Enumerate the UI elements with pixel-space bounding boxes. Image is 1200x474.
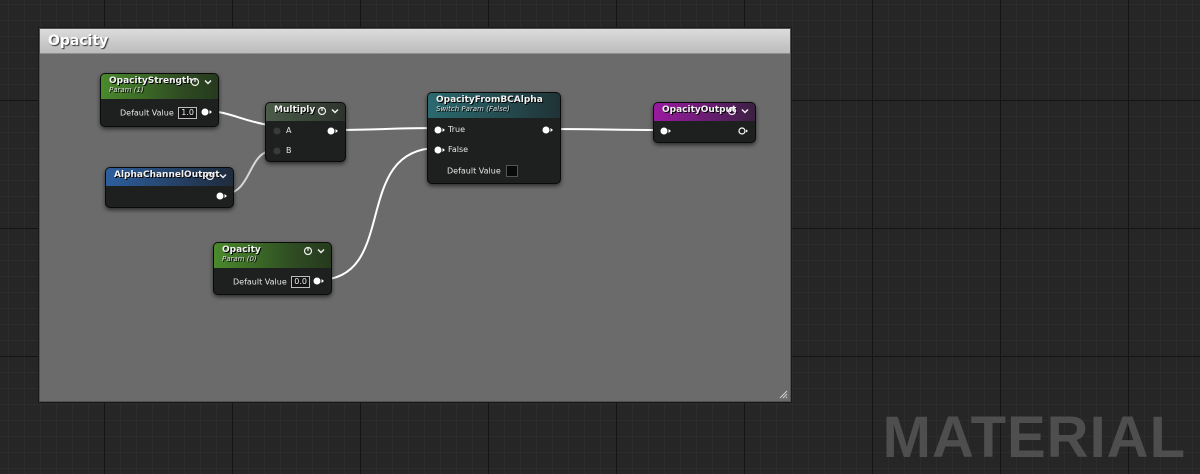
node-subtitle: Switch Param (False) xyxy=(436,105,510,113)
default-value-row: Default Value 1.0 xyxy=(120,107,198,119)
chevron-down-icon[interactable] xyxy=(740,106,750,116)
preview-toggle-icon[interactable] xyxy=(303,246,313,256)
output-pin-icon[interactable] xyxy=(216,192,228,200)
pin-false-label: False xyxy=(448,145,469,154)
watermark-text: MATERIAL xyxy=(882,405,1186,470)
wire-opacity-to-false[interactable] xyxy=(317,147,439,281)
input-pin-a-icon[interactable] xyxy=(271,127,283,135)
default-value-row: Default Value xyxy=(447,165,519,177)
default-value-row: Default Value 0.0 xyxy=(233,276,311,288)
node-title: Multiply xyxy=(274,105,316,115)
chevron-down-icon[interactable] xyxy=(218,171,228,181)
node-opacity-output[interactable]: OpacityOutput xyxy=(653,102,756,143)
node-title: OpacityOutput xyxy=(662,105,737,115)
chevron-down-icon[interactable] xyxy=(330,106,340,116)
input-pin-b-icon[interactable] xyxy=(271,147,283,155)
node-header[interactable]: OpacityOutput xyxy=(654,103,755,121)
preview-toggle-icon[interactable] xyxy=(190,77,200,87)
preview-toggle-icon[interactable] xyxy=(317,106,327,116)
default-value-field[interactable]: 1.0 xyxy=(178,107,198,119)
output-pin-icon[interactable] xyxy=(201,108,213,116)
node-title: Opacity xyxy=(222,245,261,255)
output-pin-icon[interactable] xyxy=(542,126,554,134)
node-opacity-from-bc-alpha[interactable]: OpacityFromBCAlpha Switch Param (False) … xyxy=(427,92,561,184)
default-value-checkbox[interactable] xyxy=(506,165,519,177)
node-alpha-channel-output[interactable]: AlphaChannelOutput xyxy=(105,167,234,208)
output-pin-icon[interactable] xyxy=(327,127,339,135)
node-subtitle: Param (1) xyxy=(109,86,144,94)
node-title: OpacityStrength xyxy=(109,76,193,86)
input-pin-true-icon[interactable] xyxy=(434,126,446,134)
input-pin-false-icon[interactable] xyxy=(434,146,446,154)
default-value-label: Default Value xyxy=(120,108,174,118)
node-header[interactable]: OpacityStrength Param (1) xyxy=(101,74,218,99)
node-multiply[interactable]: Multiply A B xyxy=(265,102,346,162)
node-title: OpacityFromBCAlpha xyxy=(436,95,543,105)
wire-multiply-to-true[interactable] xyxy=(330,127,439,131)
node-header[interactable]: Multiply xyxy=(266,103,345,121)
default-value-field[interactable]: 0.0 xyxy=(291,276,311,288)
chevron-down-icon[interactable] xyxy=(203,77,213,87)
pin-true-label: True xyxy=(448,125,465,134)
node-opacity-strength[interactable]: OpacityStrength Param (1) Default Value … xyxy=(100,73,219,127)
node-subtitle: Param (0) xyxy=(222,255,257,263)
node-header[interactable]: AlphaChannelOutput xyxy=(106,168,233,186)
output-pin-icon[interactable] xyxy=(313,277,325,285)
chevron-down-icon[interactable] xyxy=(316,246,326,256)
wire-switch-to-output[interactable] xyxy=(544,128,663,131)
connection-wires xyxy=(204,110,663,281)
output-pin-hollow-icon[interactable] xyxy=(737,127,749,135)
node-header[interactable]: Opacity Param (0) xyxy=(214,243,331,268)
node-header[interactable]: OpacityFromBCAlpha Switch Param (False) xyxy=(428,93,560,118)
node-opacity-param[interactable]: Opacity Param (0) Default Value 0.0 xyxy=(213,242,332,295)
default-value-label: Default Value xyxy=(233,277,287,287)
preview-toggle-icon[interactable] xyxy=(205,171,215,181)
preview-toggle-icon[interactable] xyxy=(727,106,737,116)
node-title: AlphaChannelOutput xyxy=(114,170,220,180)
pin-b-label: B xyxy=(286,146,292,155)
pin-a-label: A xyxy=(286,126,292,135)
input-pin-icon[interactable] xyxy=(660,127,672,135)
default-value-label: Default Value xyxy=(447,166,501,176)
